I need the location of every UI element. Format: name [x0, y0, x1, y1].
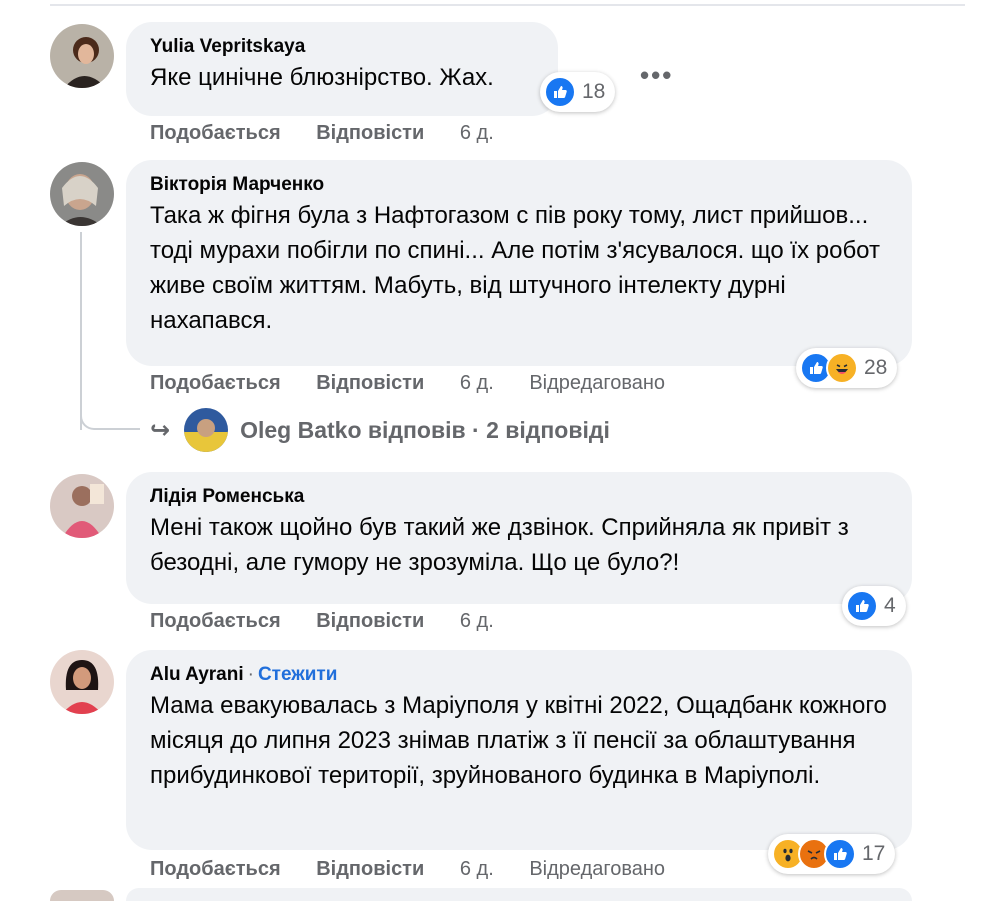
comment-actions: Подобається Відповісти 6 д. — [150, 610, 524, 633]
reply-arrow-icon: ↪ — [150, 416, 171, 444]
comment-text: Мама евакуювалась з Маріуполя у квітні 2… — [150, 692, 887, 789]
avatar[interactable] — [50, 24, 114, 88]
comment-actions: Подобається Відповісти 6 д. Відредагован… — [150, 858, 665, 881]
like-button[interactable]: Подобається — [150, 610, 281, 632]
reaction-count: 18 — [582, 80, 606, 103]
like-button[interactable]: Подобається — [150, 372, 281, 394]
avatar[interactable] — [50, 650, 114, 714]
timestamp[interactable]: 6 д. — [460, 122, 494, 144]
comment-bubble — [126, 888, 912, 901]
haha-icon — [826, 352, 858, 384]
reaction-summary[interactable]: 18 — [540, 72, 616, 112]
comment-actions: Подобається Відповісти 6 д. — [150, 122, 524, 145]
comment-text: Мені також щойно був такий же дзвінок. С… — [150, 514, 849, 576]
comment-actions: Подобається Відповісти 6 д. Відредагован… — [150, 372, 665, 395]
edited-label[interactable]: Відредаговано — [529, 858, 665, 880]
comment-author[interactable]: Лідія Роменська — [150, 486, 304, 508]
follow-button[interactable]: Стежити — [258, 664, 337, 686]
more-options-icon[interactable]: ••• — [640, 60, 673, 91]
timestamp[interactable]: 6 д. — [460, 858, 494, 880]
like-icon — [824, 838, 856, 870]
replies-text: Oleg Batko відповів · 2 відповіді — [240, 416, 610, 443]
comment-text: Яке цинічне блюзнірство. Жах. — [150, 64, 494, 91]
comment-text: Така ж фігня була з Нафтогазом с пів рок… — [150, 202, 880, 334]
reaction-count: 4 — [884, 594, 896, 617]
avatar[interactable] — [50, 162, 114, 226]
separator: · — [247, 664, 254, 685]
divider — [50, 4, 965, 6]
like-button[interactable]: Подобається — [150, 858, 281, 880]
thread-connector — [80, 400, 140, 430]
comment-author[interactable]: Вікторія Марченко — [150, 174, 324, 196]
reply-button[interactable]: Відповісти — [316, 372, 424, 394]
edited-label[interactable]: Відредаговано — [529, 372, 665, 394]
reaction-summary[interactable]: 28 — [796, 348, 898, 388]
comment-bubble: Лідія Роменська Мені також щойно був так… — [126, 472, 912, 604]
like-icon — [846, 590, 878, 622]
avatar[interactable] — [50, 474, 114, 538]
reaction-count: 17 — [862, 842, 886, 865]
reaction-count: 28 — [864, 356, 888, 379]
reply-button[interactable]: Відповісти — [316, 610, 424, 632]
avatar — [184, 408, 229, 452]
timestamp[interactable]: 6 д. — [460, 610, 494, 632]
view-replies-link[interactable]: ↪ Oleg Batko відповів · 2 відповіді — [150, 408, 610, 452]
comment-author[interactable]: Yulia Vepritskaya — [150, 36, 305, 58]
comment-bubble: Alu Ayrani · Стежити Мама евакуювалась з М… — [126, 650, 912, 850]
comment-bubble: Yulia Vepritskaya Яке цинічне блюзнірств… — [126, 22, 558, 116]
avatar[interactable] — [50, 890, 114, 901]
reply-button[interactable]: Відповісти — [316, 122, 424, 144]
reply-button[interactable]: Відповісти — [316, 858, 424, 880]
comment-bubble: Вікторія Марченко Така ж фігня була з На… — [126, 160, 912, 366]
comment-author[interactable]: Alu Ayrani — [150, 664, 244, 686]
like-button[interactable]: Подобається — [150, 122, 281, 144]
reaction-summary[interactable]: 17 — [768, 834, 896, 874]
like-icon — [544, 76, 576, 108]
timestamp[interactable]: 6 д. — [460, 372, 494, 394]
reaction-summary[interactable]: 4 — [842, 586, 906, 626]
